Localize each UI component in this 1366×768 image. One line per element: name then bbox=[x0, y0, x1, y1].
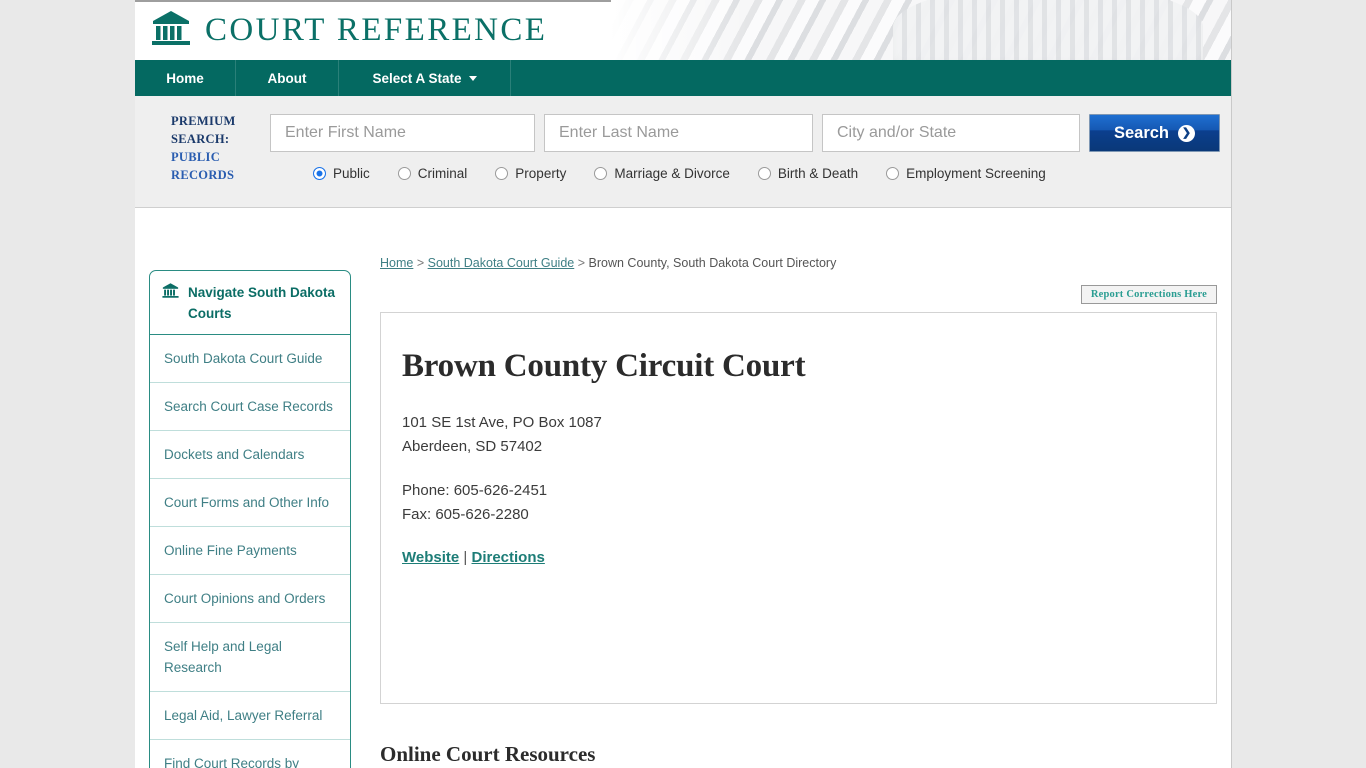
sidebar-heading-label: Navigate South Dakota Courts bbox=[188, 285, 336, 321]
court-phone: Phone: 605-626-2451 bbox=[402, 482, 548, 499]
sidebar-heading: Navigate South Dakota Courts bbox=[150, 271, 350, 335]
sidebar-item-opinions-orders[interactable]: Court Opinions and Orders bbox=[150, 575, 350, 623]
radio-dot-employment-screening bbox=[886, 167, 900, 180]
court-fax: Fax: 605-626-2280 bbox=[402, 506, 529, 523]
primary-navigation: Home About Select A State bbox=[135, 60, 1231, 96]
radio-label-public: Public bbox=[333, 166, 370, 181]
radio-label-criminal: Criminal bbox=[417, 166, 468, 181]
nav-item-select-a-state[interactable]: Select A State bbox=[339, 60, 511, 96]
report-corrections-button[interactable]: Report Corrections Here bbox=[1080, 285, 1217, 304]
court-detail-card: Brown County Circuit Court 101 SE 1st Av… bbox=[380, 312, 1217, 704]
page-title: Brown County Circuit Court bbox=[402, 348, 806, 384]
sidebar-item-legal-aid[interactable]: Legal Aid, Lawyer Referral bbox=[150, 692, 350, 740]
chevron-down-icon bbox=[468, 75, 477, 81]
radio-criminal[interactable]: Criminal bbox=[397, 166, 468, 181]
radio-public[interactable]: Public bbox=[313, 166, 370, 181]
sidebar-item-case-records[interactable]: Search Court Case Records bbox=[150, 383, 350, 431]
court-contact: Phone: 605-626-2451 Fax: 605-626-2280 bbox=[402, 479, 1216, 527]
first-name-input[interactable] bbox=[270, 114, 535, 152]
breadcrumb-link-home[interactable]: Home bbox=[380, 256, 413, 270]
radio-label-marriage-divorce: Marriage & Divorce bbox=[614, 166, 730, 181]
premium-label-line1: PREMIUM bbox=[171, 114, 236, 128]
radio-dot-public bbox=[313, 167, 326, 180]
last-name-input[interactable] bbox=[544, 114, 813, 152]
online-court-resources-heading: Online Court Resources bbox=[380, 742, 596, 766]
courthouse-icon bbox=[151, 9, 191, 52]
main-column: Home > South Dakota Court Guide > Brown … bbox=[380, 208, 1217, 767]
sidebar-navigation: Navigate South Dakota Courts South Dakot… bbox=[149, 270, 351, 768]
site-logo[interactable]: COURT REFERENCE bbox=[151, 9, 547, 52]
radio-label-employment-screening: Employment Screening bbox=[906, 166, 1046, 181]
sidebar-item-court-guide[interactable]: South Dakota Court Guide bbox=[150, 335, 350, 383]
courthouse-icon bbox=[162, 282, 179, 304]
radio-dot-birth-death bbox=[757, 167, 771, 180]
directions-link[interactable]: Directions bbox=[472, 549, 545, 566]
page-container: COURT REFERENCE Home About Select A Stat… bbox=[135, 0, 1232, 768]
sidebar-item-dockets[interactable]: Dockets and Calendars bbox=[150, 431, 350, 479]
sidebar-item-records-by-county[interactable]: Find Court Records by South Dakota Count… bbox=[150, 740, 350, 768]
radio-label-birth-death: Birth & Death bbox=[777, 166, 859, 181]
nav-select-state-label: Select A State bbox=[372, 70, 462, 86]
radio-dot-marriage-divorce bbox=[594, 167, 608, 180]
premium-label-line2: SEARCH: bbox=[171, 132, 230, 146]
address-line-1: 101 SE 1st Ave, PO Box 1087 bbox=[402, 414, 602, 431]
nav-about-label: About bbox=[267, 70, 307, 86]
search-fields-row: Search ❯ bbox=[270, 114, 1220, 152]
breadcrumb: Home > South Dakota Court Guide > Brown … bbox=[380, 208, 1217, 270]
nav-item-home[interactable]: Home bbox=[135, 60, 236, 96]
radio-dot-criminal bbox=[397, 167, 411, 180]
nav-item-about[interactable]: About bbox=[236, 60, 339, 96]
city-state-input[interactable] bbox=[822, 114, 1080, 152]
chevron-right-icon: ❯ bbox=[1178, 124, 1196, 142]
nav-home-label: Home bbox=[166, 70, 204, 86]
premium-search-label: PREMIUM SEARCH: PUBLIC RECORDS bbox=[171, 112, 263, 184]
breadcrumb-link-court-guide[interactable]: South Dakota Court Guide bbox=[428, 256, 575, 270]
court-links: Website | Directions bbox=[402, 549, 1216, 566]
record-type-radio-group: Public Criminal Property Marriage & Divo… bbox=[313, 166, 1074, 181]
radio-birth-death[interactable]: Birth & Death bbox=[757, 166, 859, 181]
sidebar-item-self-help[interactable]: Self Help and Legal Research bbox=[150, 623, 350, 692]
radio-label-property: Property bbox=[515, 166, 567, 181]
site-title: COURT REFERENCE bbox=[205, 12, 548, 48]
radio-employment-screening[interactable]: Employment Screening bbox=[886, 166, 1046, 181]
masthead-columns-image bbox=[611, 0, 1231, 60]
sidebar-item-fine-payments[interactable]: Online Fine Payments bbox=[150, 527, 350, 575]
premium-label-line3[interactable]: PUBLIC bbox=[171, 148, 263, 166]
site-masthead: COURT REFERENCE bbox=[135, 0, 1231, 60]
radio-dot-property bbox=[495, 167, 509, 180]
radio-marriage-divorce[interactable]: Marriage & Divorce bbox=[594, 166, 730, 181]
breadcrumb-current: Brown County, South Dakota Court Directo… bbox=[588, 256, 837, 270]
link-separator: | bbox=[463, 549, 468, 566]
premium-label-line4[interactable]: RECORDS bbox=[171, 166, 263, 184]
breadcrumb-separator-2: > bbox=[577, 256, 586, 270]
website-link[interactable]: Website bbox=[402, 549, 459, 566]
search-button-label: Search bbox=[1113, 123, 1170, 142]
search-button[interactable]: Search ❯ bbox=[1089, 114, 1220, 152]
address-line-2: Aberdeen, SD 57402 bbox=[402, 438, 543, 455]
premium-search-panel: PREMIUM SEARCH: PUBLIC RECORDS Search ❯ … bbox=[135, 96, 1231, 208]
corrections-row: Report Corrections Here bbox=[380, 285, 1217, 304]
sidebar-item-court-forms[interactable]: Court Forms and Other Info bbox=[150, 479, 350, 527]
radio-property[interactable]: Property bbox=[495, 166, 566, 181]
breadcrumb-separator-1: > bbox=[416, 256, 425, 270]
court-address: 101 SE 1st Ave, PO Box 1087 Aberdeen, SD… bbox=[402, 411, 1216, 459]
